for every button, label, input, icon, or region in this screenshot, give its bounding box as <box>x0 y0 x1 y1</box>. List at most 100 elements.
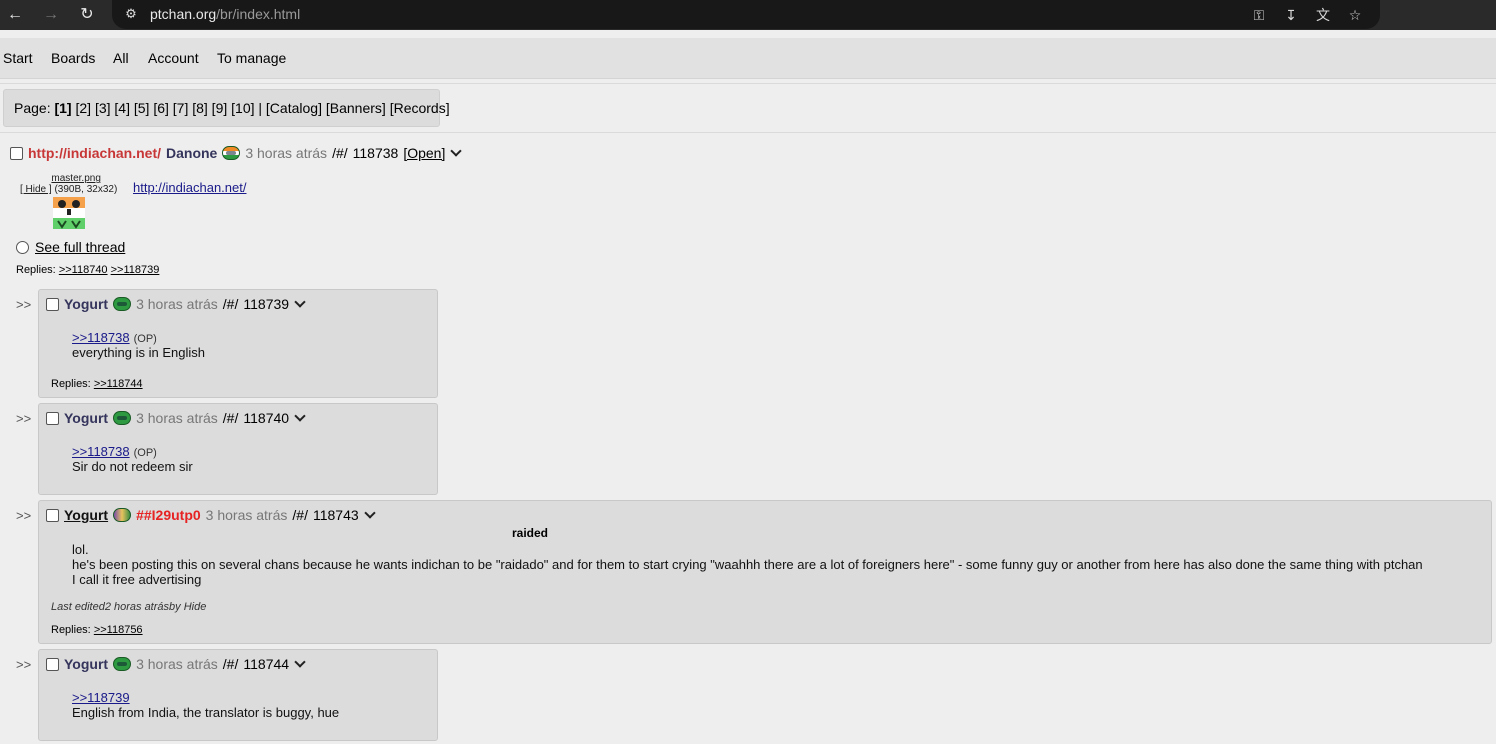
edited-note: Last edited2 horas atrásby Hide <box>51 601 207 613</box>
nav-account-link[interactable]: Account <box>148 50 199 66</box>
quote-link[interactable]: >>118738 <box>72 330 130 345</box>
reply-link[interactable]: >>118756 <box>94 624 143 636</box>
reply-arrows: >> <box>16 297 32 312</box>
records-link[interactable]: [Records] <box>390 100 450 116</box>
post-body: lol. he's been posting this on several c… <box>72 542 1472 587</box>
poster-name: Danone <box>166 145 218 161</box>
board-link[interactable]: /#/ <box>223 656 239 672</box>
pager-label: Page: <box>14 100 51 116</box>
board-link[interactable]: /#/ <box>332 145 348 161</box>
nav-boards-link[interactable]: Boards <box>51 50 95 66</box>
post-body: >>118739 English from India, the transla… <box>72 690 339 720</box>
chevron-down-icon[interactable] <box>363 507 376 519</box>
chevron-down-icon[interactable] <box>294 410 306 422</box>
site-navbar: Start Boards All Account To manage <box>0 38 1496 79</box>
post-subject: raided <box>512 526 549 540</box>
post-time: 3 horas atrás <box>205 507 288 523</box>
poster-name: Yogurt <box>64 410 109 426</box>
chevron-down-icon[interactable] <box>450 145 463 157</box>
reply-post: Yogurt ##I29utp0 3 horas atrás /#/ 11874… <box>38 500 1492 644</box>
flag-icon <box>113 508 132 522</box>
board-link[interactable]: /#/ <box>223 410 239 426</box>
nav-start-link[interactable]: Start <box>3 50 33 66</box>
reload-icon[interactable]: ↻ <box>76 4 98 26</box>
see-full-thread-link[interactable]: See full thread <box>35 239 125 255</box>
poster-name[interactable]: Yogurt <box>64 507 108 523</box>
post-time: 3 horas atrás <box>136 410 218 426</box>
divider <box>0 132 1496 133</box>
op-subject: http://indiachan.net/ <box>28 145 161 161</box>
poster-name: Yogurt <box>64 296 109 312</box>
forward-arrow-icon[interactable]: → <box>40 4 62 26</box>
board-link[interactable]: /#/ <box>223 296 239 312</box>
reply-link[interactable]: >>118740 <box>59 264 108 276</box>
see-full-thread[interactable]: See full thread <box>16 239 125 255</box>
banners-link[interactable]: [Banners] <box>326 100 386 116</box>
chevron-down-icon[interactable] <box>294 656 306 668</box>
india-flag-icon <box>222 146 241 160</box>
post-text: he's been posting this on several chans … <box>72 557 1423 572</box>
reply-link[interactable]: >>118744 <box>94 378 143 390</box>
post-header: Yogurt ##I29utp0 3 horas atrás /#/ 11874… <box>46 507 376 523</box>
op-replies: Replies: >>118740 >>118739 <box>16 264 159 276</box>
post-body: >>118738 (OP) everything is in English <box>72 330 205 360</box>
post-text: Sir do not redeem sir <box>72 459 193 474</box>
post-number[interactable]: 118744 <box>243 656 289 672</box>
post-header: Yogurt 3 horas atrás /#/ 118744 <box>46 656 306 672</box>
back-arrow-icon[interactable]: ← <box>4 4 26 26</box>
post-time: 3 horas atrás <box>245 145 328 161</box>
thumbnail-image[interactable] <box>53 197 85 229</box>
file-meta: (390B, 32x32) <box>54 184 118 195</box>
file-name-link[interactable]: master.png <box>35 173 117 184</box>
post-checkbox[interactable] <box>46 508 59 522</box>
pager-current[interactable]: [1] <box>54 100 71 116</box>
chevron-down-icon[interactable] <box>294 296 306 308</box>
op-post-header: http://indiachan.net/ Danone 3 horas atr… <box>10 145 463 161</box>
bookmark-star-icon[interactable]: ☆ <box>1345 5 1365 25</box>
page-navigation: Page: [1] [2] [3] [4] [5] [6] [7] [8] [9… <box>3 89 450 127</box>
flag-icon <box>113 411 132 425</box>
post-checkbox[interactable] <box>46 657 59 671</box>
file-info: master.png [ Hide ] (390B, 32x32) <box>20 173 117 195</box>
replies-label: Replies: <box>51 378 91 390</box>
url-text[interactable]: ptchan.org/br/index.html <box>150 6 300 22</box>
translate-icon[interactable]: 文 <box>1313 5 1333 25</box>
nav-manage-link[interactable]: To manage <box>217 50 286 66</box>
quote-link[interactable]: >>118739 <box>72 690 130 705</box>
poster-name: Yogurt <box>64 656 109 672</box>
pager-pages[interactable]: [2] [3] [4] [5] [6] [7] [8] [9] [10] | <box>76 100 263 116</box>
install-app-icon[interactable]: ↧ <box>1281 5 1301 25</box>
post-number[interactable]: 118740 <box>243 410 289 426</box>
divider <box>0 83 1496 84</box>
reply-arrows: >> <box>16 508 32 523</box>
tripcode: ##I29utp0 <box>136 507 201 523</box>
quote-link[interactable]: >>118738 <box>72 444 130 459</box>
post-time: 3 horas atrás <box>136 296 218 312</box>
replies-label: Replies: <box>16 264 56 276</box>
reply-post: Yogurt 3 horas atrás /#/ 118744 >>118739… <box>38 649 438 741</box>
post-checkbox[interactable] <box>46 411 59 425</box>
password-key-icon[interactable]: ⚿ <box>1249 5 1269 25</box>
post-text: English from India, the translator is bu… <box>72 705 340 720</box>
post-checkbox[interactable] <box>46 297 59 311</box>
post-number[interactable]: 118743 <box>313 507 359 523</box>
post-replies: Replies: >>118756 <box>51 624 143 636</box>
op-tag: (OP) <box>133 447 157 459</box>
open-thread-link[interactable]: [Open] <box>403 145 445 161</box>
address-bar[interactable]: ⚙ ptchan.org/br/index.html ⚿ ↧ 文 ☆ <box>112 0 1380 29</box>
board-link[interactable]: /#/ <box>292 507 308 523</box>
post-number[interactable]: 118739 <box>243 296 289 312</box>
reply-link[interactable]: >>118739 <box>111 264 160 276</box>
catalog-link[interactable]: [Catalog] <box>266 100 322 116</box>
post-text: everything is in English <box>72 345 205 360</box>
see-full-toggle[interactable] <box>16 240 29 254</box>
site-settings-icon[interactable]: ⚙ <box>122 5 140 23</box>
post-number[interactable]: 118738 <box>353 145 399 161</box>
post-checkbox[interactable] <box>10 146 23 160</box>
post-replies: Replies: >>118744 <box>51 378 143 390</box>
replies-label: Replies: <box>51 624 91 636</box>
nav-all-link[interactable]: All <box>113 50 129 66</box>
hide-file-link[interactable]: [ Hide ] <box>20 184 52 195</box>
browser-toolbar: ← → ↻ ⚙ ptchan.org/br/index.html ⚿ ↧ 文 ☆ <box>0 0 1496 30</box>
op-body-link[interactable]: http://indiachan.net/ <box>133 180 246 195</box>
